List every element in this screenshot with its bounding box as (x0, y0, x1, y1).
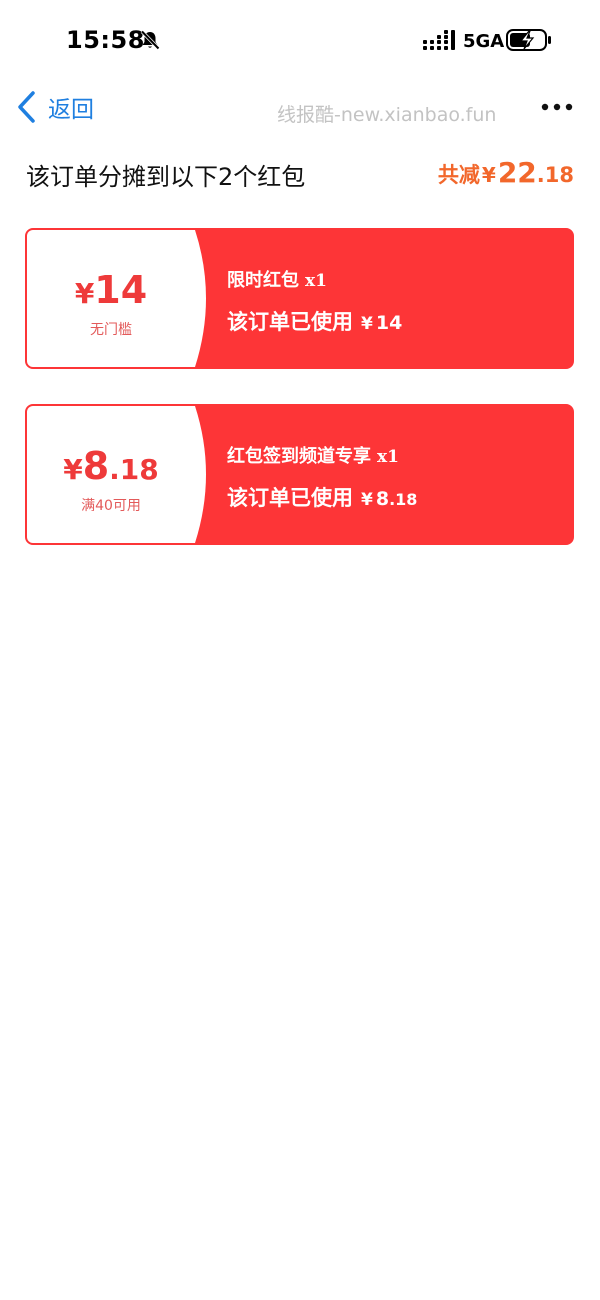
coupon-card: ¥14 无门槛 限时红包 x1 该订单已使用 ¥ 14 (25, 228, 574, 369)
status-time: 15:58 (66, 26, 145, 54)
coupon-amount-integer: 14 (94, 268, 148, 312)
status-bar: 15:58 5GA (0, 0, 600, 82)
back-label: 返回 (48, 97, 94, 123)
watermark: 线报酷-new.xianbao.fun (277, 104, 497, 126)
coupon-used-currency: ¥ (361, 314, 373, 334)
coupon-amount: ¥14 (27, 268, 195, 312)
coupon-card: ¥8.18 满40可用 红包签到频道专享 x1 该订单已使用 ¥ 8 .18 (25, 404, 574, 545)
coupon-name-text: 限时红包 (227, 270, 299, 291)
coupon-condition: 满40可用 (81, 498, 141, 514)
coupon-name-text: 红包签到频道专享 (227, 446, 371, 467)
bell-muted-icon (140, 30, 160, 50)
coupon-used-label: 该订单已使用 (227, 486, 353, 510)
signal-icon (423, 30, 455, 50)
coupon-quantity: x1 (377, 447, 399, 467)
coupon-used-decimal: .18 (389, 490, 418, 509)
chevron-left-icon (18, 91, 35, 123)
battery-charging-icon (506, 29, 551, 51)
coupon-used-currency: ¥ (361, 490, 373, 510)
coupon-used-integer: 8 (375, 488, 390, 510)
coupon-used-label: 该订单已使用 (227, 310, 353, 334)
total-saving-decimal: .18 (536, 163, 574, 187)
coupon-used-integer: 14 (375, 312, 403, 334)
nav-bar: 返回 线报酷-new.xianbao.fun (0, 82, 600, 132)
coupon-currency: ¥ (74, 277, 95, 310)
coupon-name: 红包签到频道专享 x1 (227, 442, 399, 468)
network-label: 5GA (463, 31, 505, 52)
total-saving-currency: ¥ (481, 163, 496, 187)
coupon-amount-decimal: .18 (109, 453, 159, 486)
total-saving: 共减 ¥ 22 .18 (438, 156, 574, 189)
page-title: 该订单分摊到以下2个红包 (26, 163, 306, 191)
coupon-used-amount: 该订单已使用 ¥ 14 (227, 306, 402, 336)
more-icon[interactable] (540, 96, 574, 118)
total-saving-prefix: 共减 (437, 163, 480, 187)
coupon-used-amount: 该订单已使用 ¥ 8 .18 (227, 482, 417, 512)
coupon-name: 限时红包 x1 (227, 266, 327, 292)
coupon-quantity: x1 (305, 271, 327, 291)
coupon-amount: ¥8.18 (27, 444, 195, 488)
back-button[interactable]: 返回 (16, 88, 94, 126)
coupon-currency: ¥ (63, 453, 83, 486)
coupon-amount-integer: 8 (82, 444, 110, 488)
coupon-condition: 无门槛 (90, 322, 132, 338)
total-saving-integer: 22 (497, 156, 537, 189)
